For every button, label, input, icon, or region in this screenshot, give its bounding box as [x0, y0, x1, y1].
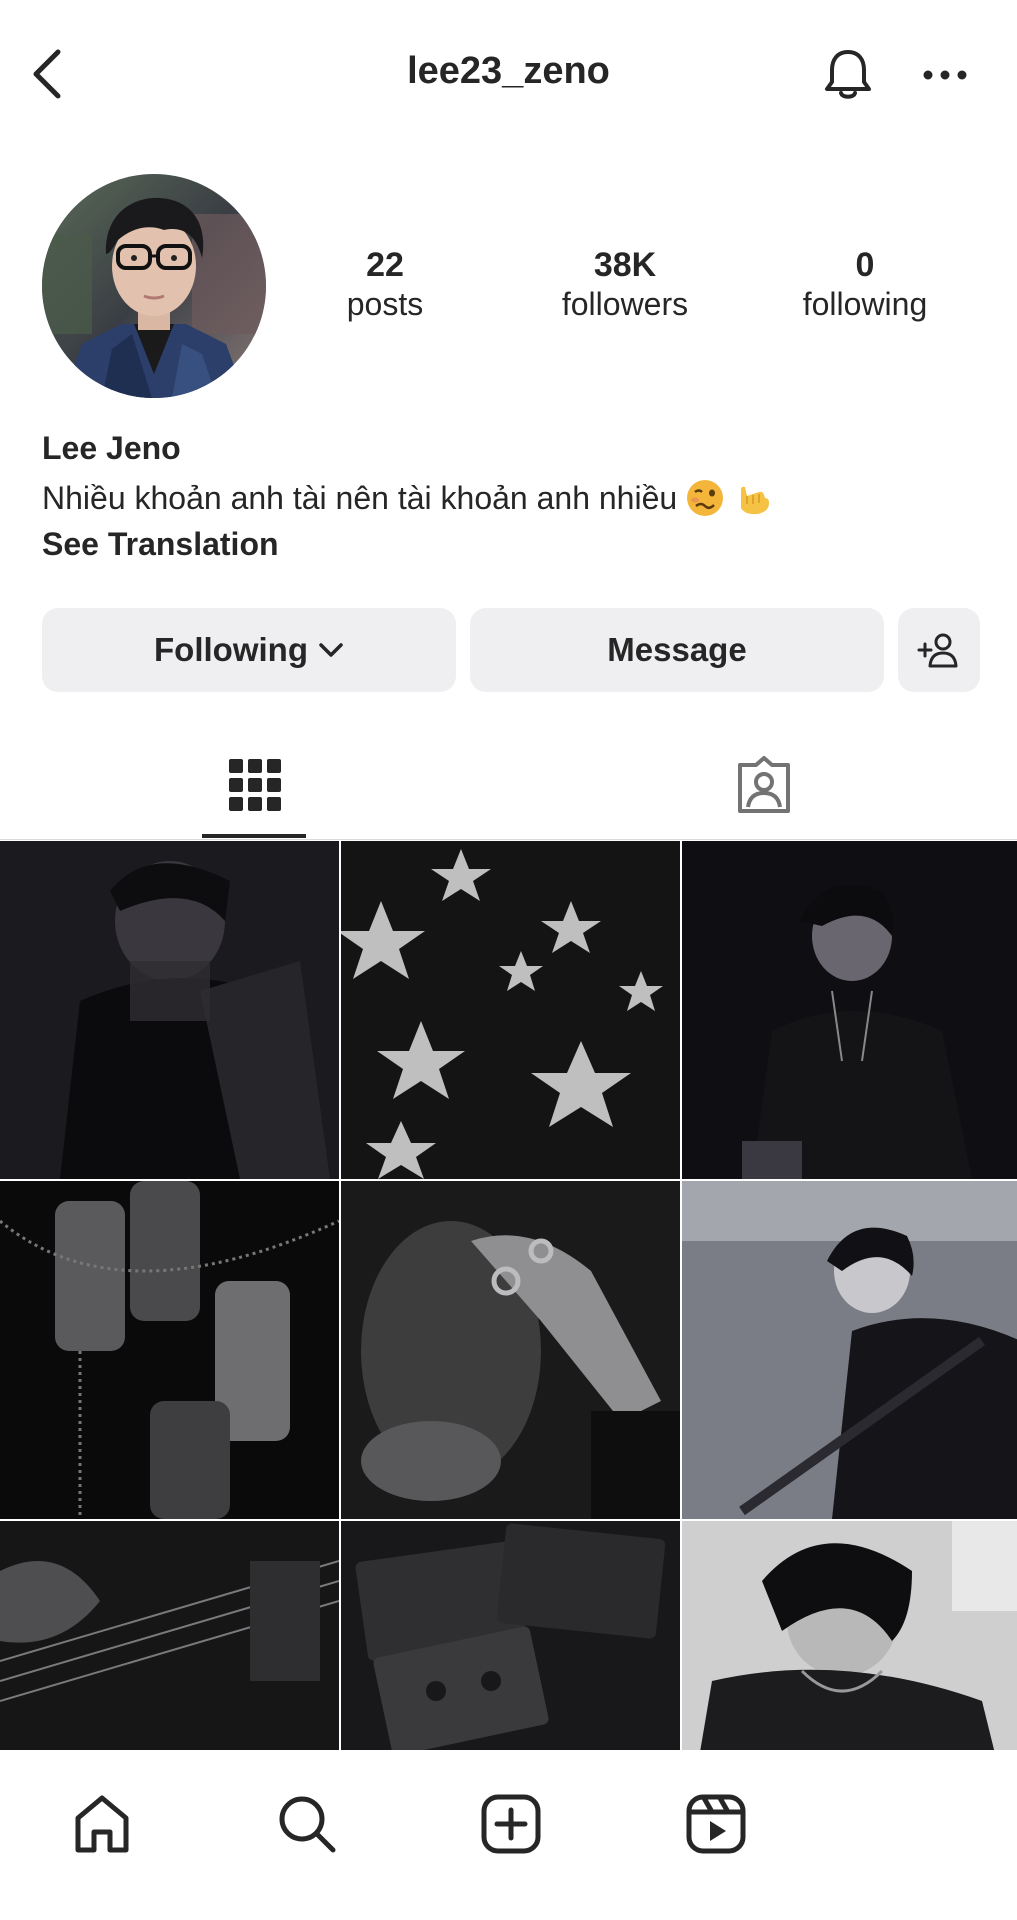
- notifications-button[interactable]: [815, 42, 881, 108]
- nav-create[interactable]: [471, 1784, 551, 1864]
- bell-icon: [825, 50, 871, 99]
- profile-bio: Nhiều khoản anh tài nên tài khoản anh nh…: [42, 478, 773, 518]
- more-options-button[interactable]: [915, 42, 975, 108]
- woozy-face-icon: [687, 480, 724, 516]
- posts-grid: [0, 841, 1017, 1750]
- ellipsis-icon: [923, 70, 967, 80]
- post-thumbnail[interactable]: [682, 1181, 1017, 1519]
- create-icon: [481, 1794, 541, 1854]
- following-button-label: Following: [154, 631, 308, 668]
- post-thumbnail[interactable]: [0, 841, 339, 1179]
- followers-count-value: 38K: [593, 246, 657, 284]
- nav-reels[interactable]: [676, 1784, 756, 1864]
- add-person-icon: [917, 633, 958, 668]
- followers-count-label: followers: [561, 286, 689, 322]
- posts-count[interactable]: 22 posts: [285, 246, 485, 324]
- nav-home[interactable]: [62, 1784, 142, 1864]
- followers-count[interactable]: 38K followers: [525, 246, 725, 324]
- home-icon: [75, 1795, 129, 1853]
- search-icon: [279, 1796, 336, 1853]
- nav-search[interactable]: [267, 1784, 347, 1864]
- posts-count-label: posts: [346, 286, 424, 322]
- message-button-label: Message: [607, 631, 747, 668]
- tagged-person-icon: [737, 756, 790, 813]
- following-count-label: following: [802, 286, 928, 322]
- posts-count-value: 22: [366, 246, 404, 284]
- back-button[interactable]: [18, 44, 78, 104]
- post-thumbnail[interactable]: [341, 1521, 680, 1750]
- profile-avatar[interactable]: [42, 174, 266, 398]
- top-bar: lee23_zeno: [0, 0, 1017, 150]
- chevron-down-icon: [319, 643, 343, 657]
- post-thumbnail[interactable]: [341, 841, 680, 1179]
- suggested-users-button[interactable]: [898, 608, 980, 692]
- following-button[interactable]: Following: [42, 608, 456, 692]
- message-button[interactable]: Message: [470, 608, 884, 692]
- post-thumbnail[interactable]: [0, 1521, 339, 1750]
- bio-text: Nhiều khoản anh tài nên tài khoản anh nh…: [42, 479, 678, 516]
- post-thumbnail[interactable]: [682, 1521, 1017, 1750]
- following-count-value: 0: [855, 246, 875, 284]
- post-thumbnail[interactable]: [341, 1181, 680, 1519]
- active-tab-indicator: [202, 834, 306, 838]
- profile-full-name: Lee Jeno: [42, 430, 181, 466]
- call-me-hand-icon: [741, 486, 770, 515]
- reels-icon: [686, 1794, 746, 1854]
- bottom-navigation: [0, 1750, 1017, 1920]
- chevron-left-icon: [33, 49, 61, 99]
- tab-posts-grid[interactable]: [0, 730, 510, 840]
- post-thumbnail[interactable]: [682, 841, 1017, 1179]
- profile-tabs: [0, 730, 1017, 840]
- following-count[interactable]: 0 following: [765, 246, 965, 324]
- post-thumbnail[interactable]: [0, 1181, 339, 1519]
- tab-tagged[interactable]: [510, 730, 1017, 840]
- grid-icon: [229, 759, 281, 811]
- see-translation-link[interactable]: See Translation: [42, 526, 279, 563]
